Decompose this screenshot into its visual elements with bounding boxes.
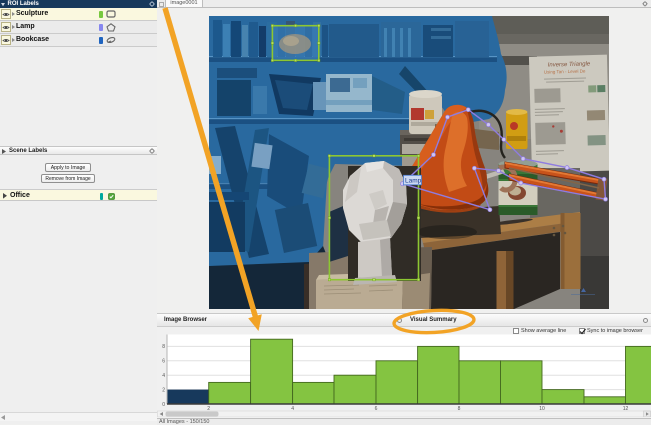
svg-text:0: 0: [162, 402, 165, 408]
svg-text:6: 6: [162, 359, 165, 365]
svg-text:4: 4: [162, 373, 165, 379]
svg-text:8: 8: [162, 344, 165, 350]
svg-text:2: 2: [162, 387, 165, 393]
svg-text:Lamp: Lamp: [405, 178, 422, 185]
